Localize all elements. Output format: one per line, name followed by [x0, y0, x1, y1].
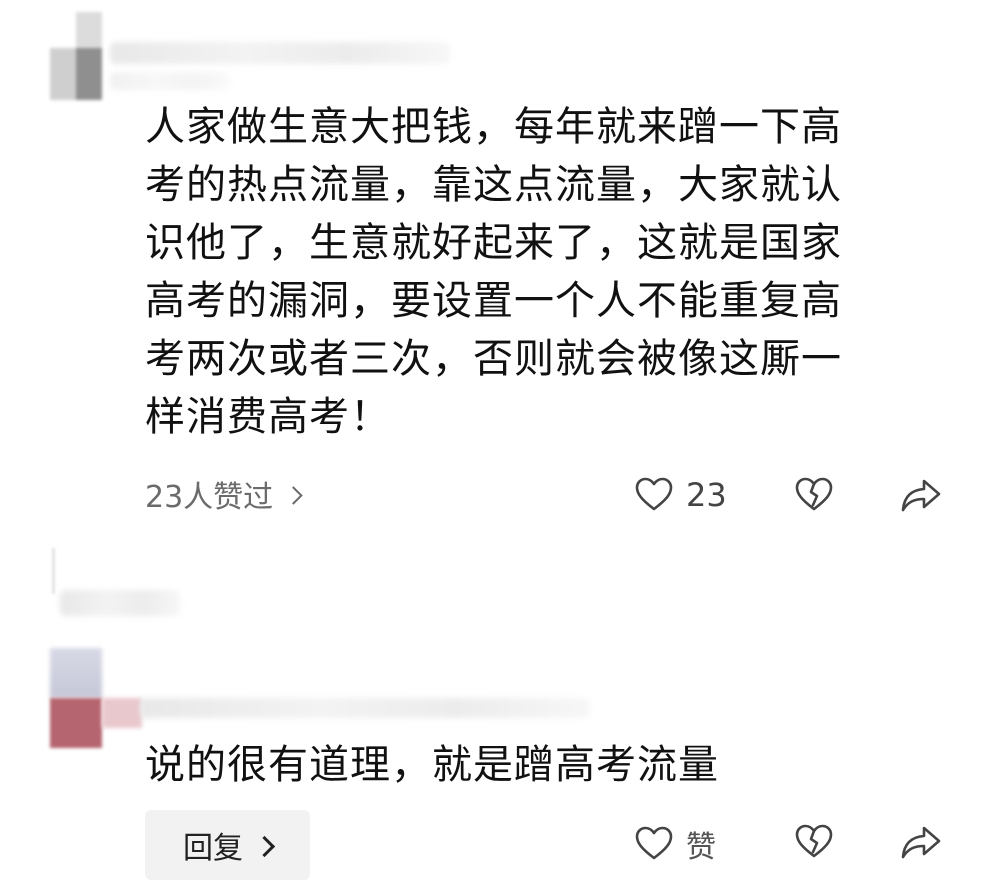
- comment-text-line: 识他了，生意就好起来了，这就是国家: [145, 220, 842, 266]
- comment-text: 说的很有道理，就是蹭高考流量: [145, 736, 915, 794]
- divider: [52, 548, 55, 594]
- avatar-blurred: [102, 698, 142, 728]
- like-button[interactable]: 23: [634, 475, 727, 515]
- heart-icon: [635, 826, 673, 860]
- dislike-button[interactable]: [794, 475, 834, 515]
- share-button[interactable]: [900, 475, 942, 515]
- comment-item: 说的很有道理，就是蹭高考流量 回复 赞: [0, 548, 1000, 882]
- like-label: 赞: [686, 830, 716, 865]
- share-button[interactable]: [900, 822, 942, 862]
- comment-text-line: 人家做生意大把钱，每年就来蹭一下高: [145, 104, 842, 150]
- comment-thread: 人家做生意大把钱，每年就来蹭一下高 考的热点流量，靠这点流量，大家就认 识他了，…: [0, 0, 1000, 882]
- user-meta-blurred: [110, 72, 230, 90]
- comment-text-line: 说的很有道理，就是蹭高考流量: [145, 742, 719, 788]
- comment-text: 人家做生意大把钱，每年就来蹭一下高 考的热点流量，靠这点流量，大家就认 识他了，…: [145, 98, 915, 446]
- comment-text-line: 样消费高考！: [145, 394, 391, 440]
- dislike-button[interactable]: [794, 822, 834, 862]
- user-meta-blurred: [140, 698, 590, 718]
- comment-text-line: 高考的漏洞，要设置一个人不能重复高: [145, 278, 842, 324]
- share-arrow-icon: [901, 479, 941, 512]
- comment-text-line: 考两次或者三次，否则就会被像这厮一: [145, 336, 842, 382]
- comment-text-line: 考的热点流量，靠这点流量，大家就认: [145, 162, 842, 208]
- like-count: 23: [686, 476, 727, 514]
- share-arrow-icon: [901, 826, 941, 859]
- heart-icon: [635, 477, 673, 511]
- avatar[interactable]: [50, 698, 102, 748]
- username-blurred[interactable]: [110, 42, 450, 64]
- like-button[interactable]: 赞: [634, 822, 716, 866]
- broken-heart-icon: [795, 477, 833, 511]
- comment-item: 人家做生意大把钱，每年就来蹭一下高 考的热点流量，靠这点流量，大家就认 识他了，…: [0, 0, 1000, 540]
- comment-actions: 23: [0, 470, 1000, 520]
- broken-heart-icon: [795, 824, 833, 858]
- comment-actions: 赞: [0, 818, 1000, 868]
- username-blurred[interactable]: [60, 590, 180, 616]
- avatar[interactable]: [50, 12, 102, 100]
- avatar-blurred: [50, 648, 102, 698]
